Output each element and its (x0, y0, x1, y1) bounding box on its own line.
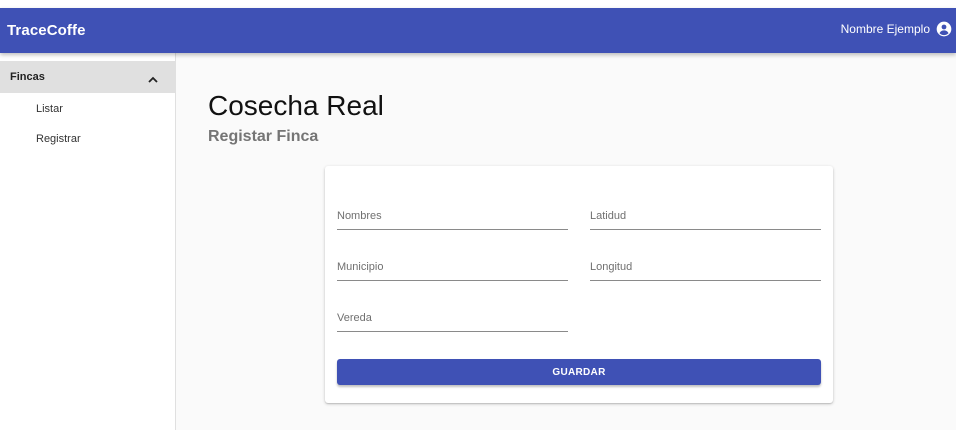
save-button[interactable]: GUARDAR (337, 359, 821, 385)
app-bar: TraceCoffe Nombre Ejemplo (0, 8, 956, 53)
sidebar: Fincas Listar Registrar (0, 53, 176, 430)
page-title: Cosecha Real (208, 90, 384, 121)
form-card: GUARDAR (325, 166, 833, 403)
top-strip (0, 0, 956, 8)
nombres-field (337, 206, 568, 230)
vereda-field (337, 308, 568, 332)
latitud-input[interactable] (590, 206, 821, 230)
vereda-input[interactable] (337, 308, 568, 332)
page-subtitle: Registar Finca (208, 128, 319, 145)
latitud-field (590, 206, 821, 230)
user-name[interactable]: Nombre Ejemplo (841, 22, 930, 36)
longitud-input[interactable] (590, 257, 821, 281)
municipio-input[interactable] (337, 257, 568, 281)
municipio-field (337, 257, 568, 281)
user-menu[interactable]: Nombre Ejemplo (841, 21, 952, 37)
longitud-field (590, 257, 821, 281)
sidebar-item-listar[interactable]: Listar (36, 103, 63, 115)
chevron-up-icon[interactable] (147, 72, 159, 83)
app-brand[interactable]: TraceCoffe (7, 22, 86, 39)
nombres-input[interactable] (337, 206, 568, 230)
sidebar-item-registrar[interactable]: Registrar (36, 133, 81, 145)
sidebar-group-fincas[interactable]: Fincas (0, 61, 176, 93)
account-circle-icon[interactable] (936, 21, 952, 37)
sidebar-group-label: Fincas (10, 71, 45, 83)
